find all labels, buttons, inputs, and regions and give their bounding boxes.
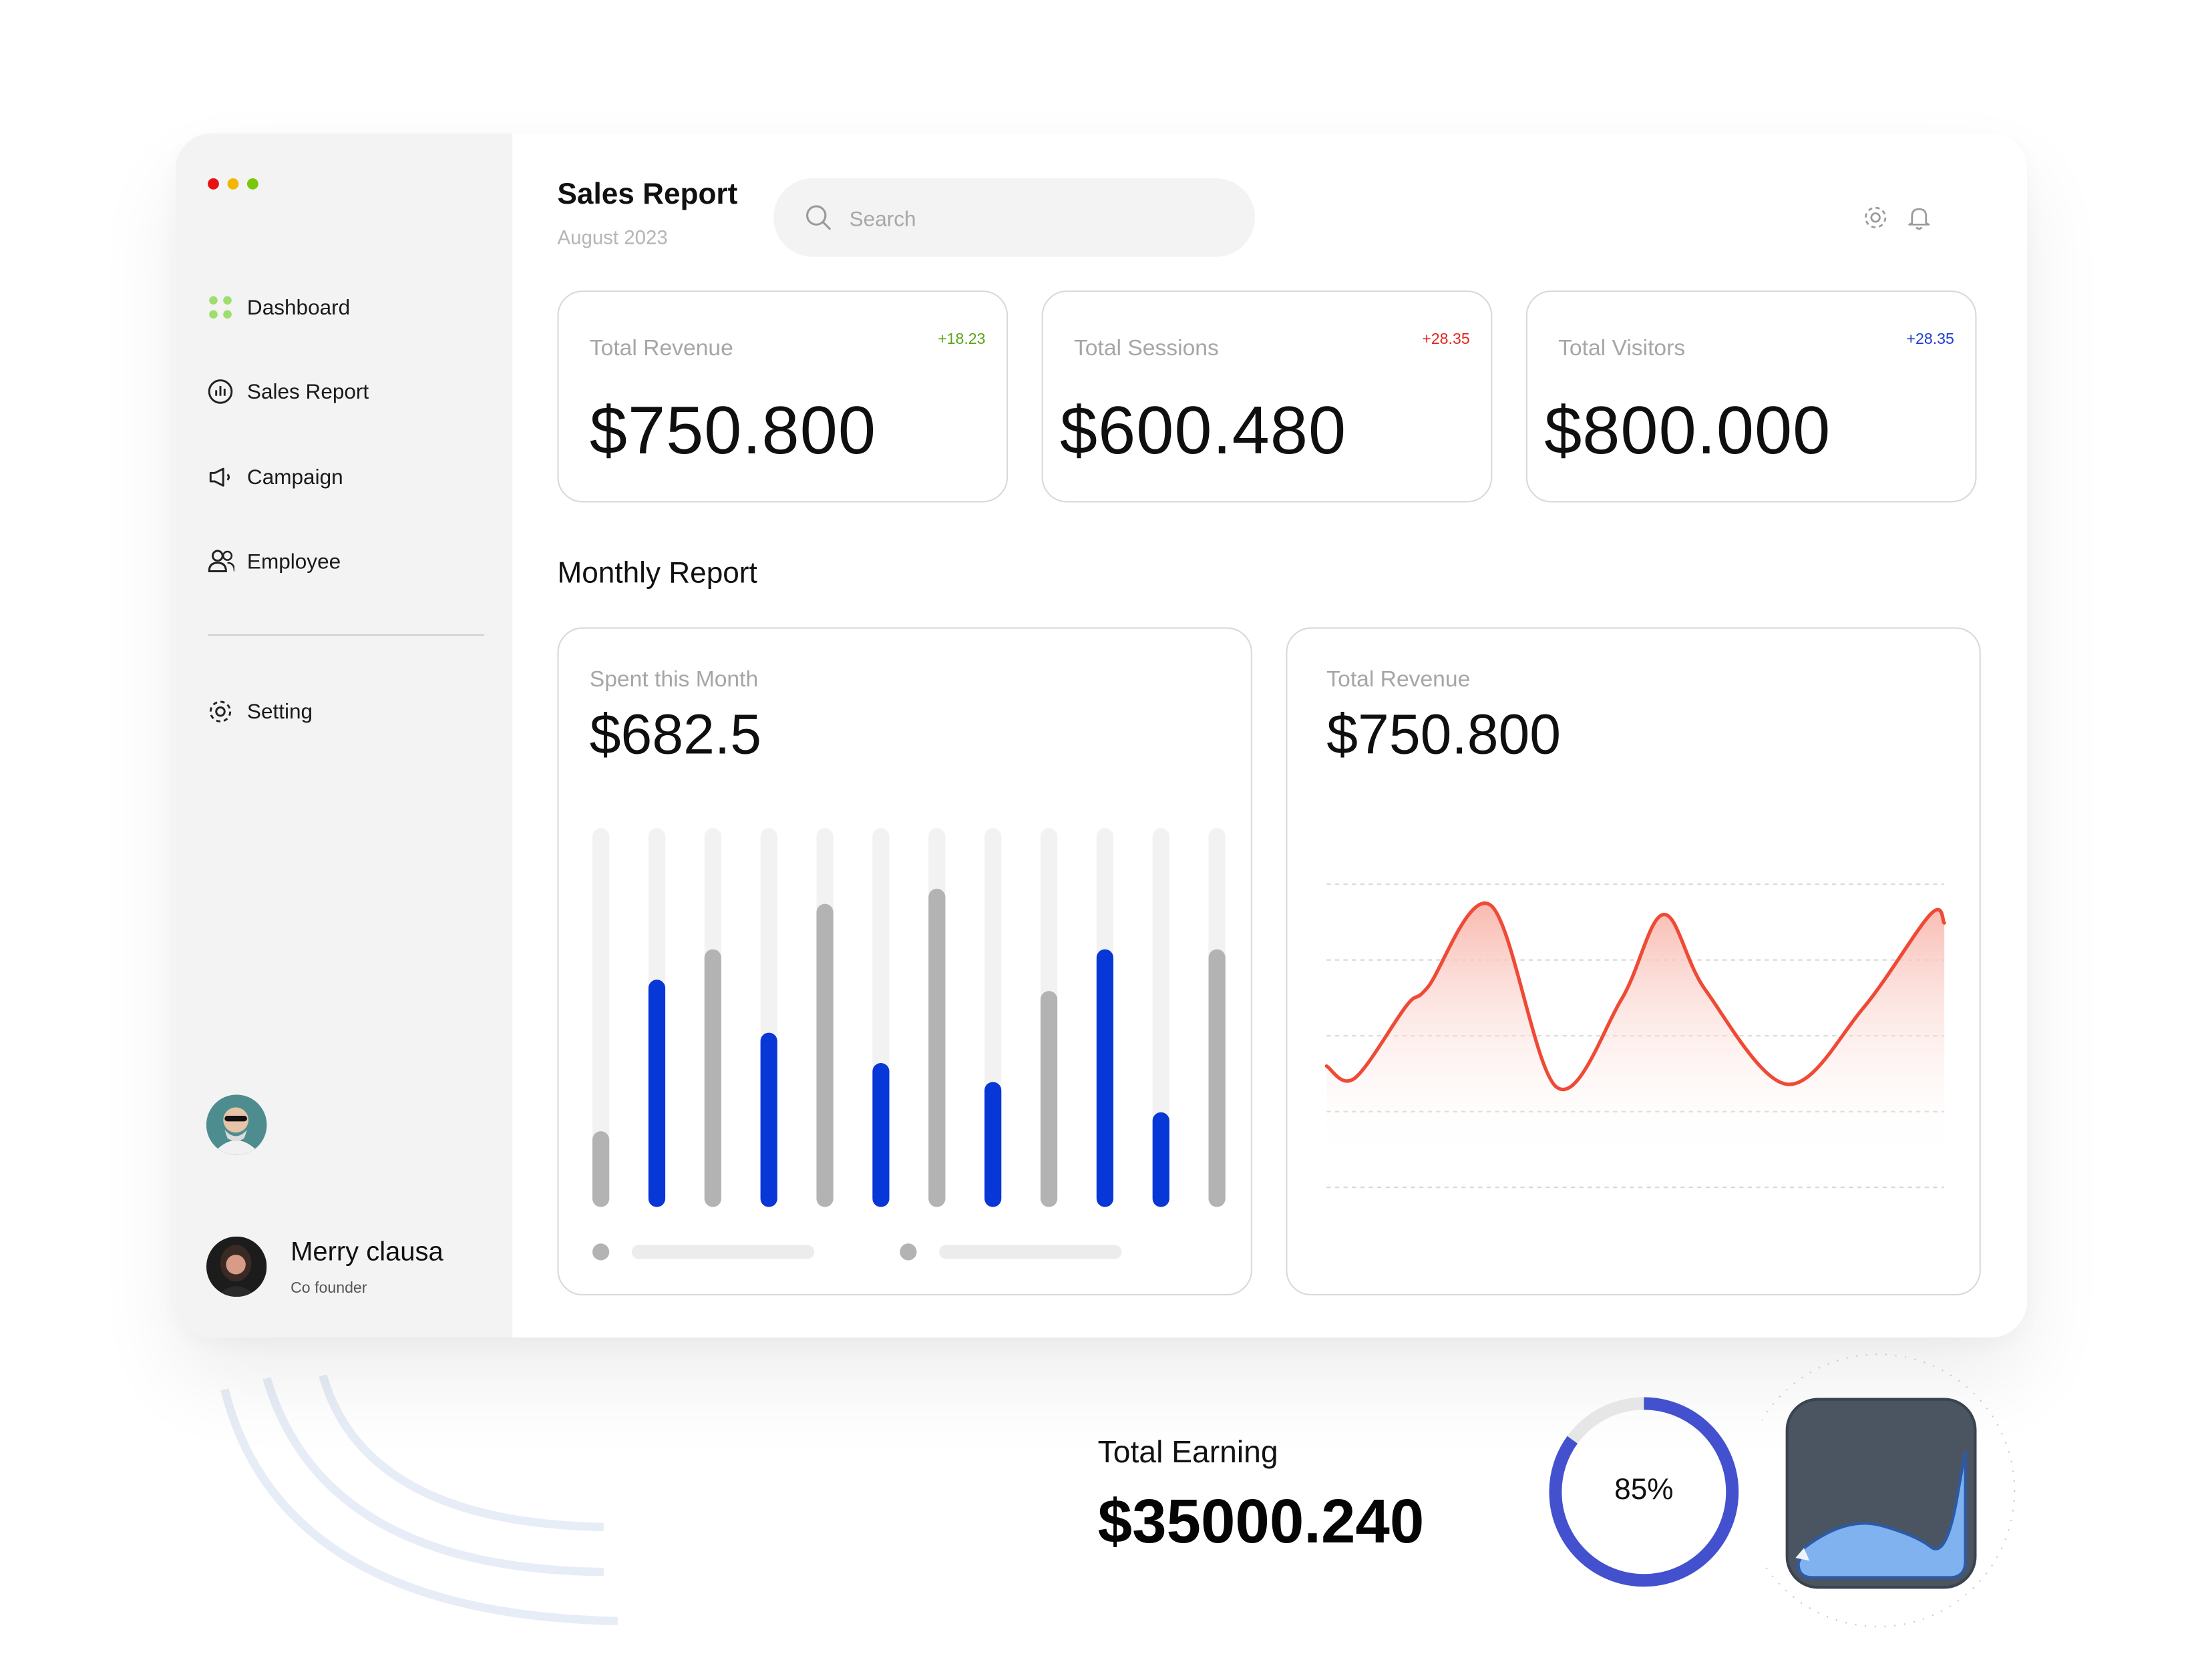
earning-value: $35000.240: [1097, 1488, 1425, 1557]
profile-role: Co founder: [291, 1279, 367, 1297]
sidebar-item-dashboard[interactable]: Dashboard: [206, 290, 350, 324]
stat-card-total-revenue[interactable]: Total Revenue +18.23 $750.800: [557, 290, 1009, 503]
minimize-window-dot[interactable]: [227, 178, 239, 190]
stat-card-total-sessions[interactable]: Total Sessions +28.35 $600.480: [1041, 290, 1493, 503]
stat-label: Total Sessions: [1073, 337, 1219, 361]
decorative-arcs: [220, 1374, 618, 1625]
sidebar-item-label: Sales Report: [246, 379, 369, 404]
earning-label: Total Earning: [1097, 1434, 1278, 1470]
sidebar-item-setting[interactable]: Setting: [206, 694, 313, 728]
users-icon: [206, 548, 235, 576]
close-window-dot[interactable]: [208, 178, 219, 190]
section-title: Monthly Report: [557, 557, 757, 590]
bar: [648, 980, 666, 1207]
sidebar-item-label: Dashboard: [246, 295, 351, 320]
team-member-avatar[interactable]: [206, 1094, 267, 1155]
stat-card-total-visitors[interactable]: Total Visitors +28.35 $800.000: [1525, 290, 1977, 503]
app-window: Dashboard Sales Report Campaign Employee: [175, 133, 2028, 1338]
maximize-window-dot[interactable]: [246, 178, 258, 190]
window-controls: [208, 178, 258, 190]
profile-avatar[interactable]: [206, 1236, 267, 1297]
stat-label: Total Visitors: [1558, 337, 1686, 361]
bar: [1208, 949, 1226, 1207]
bar: [1096, 949, 1114, 1207]
bar: [592, 1131, 610, 1207]
bar: [704, 949, 721, 1207]
sidebar-item-employee[interactable]: Employee: [206, 545, 341, 578]
bar: [872, 1062, 890, 1207]
spent-panel[interactable]: Spent this Month $682.5: [557, 627, 1252, 1296]
sidebar: Dashboard Sales Report Campaign Employee: [175, 133, 513, 1338]
stat-change: +28.35: [1906, 331, 1954, 349]
bar: [928, 888, 946, 1207]
analytics-app-icon: [1761, 1353, 2016, 1628]
page-subtitle: August 2023: [557, 226, 668, 249]
sidebar-item-label: Campaign: [246, 465, 343, 489]
panel-value: $682.5: [589, 704, 761, 767]
legend-placeholder: [631, 1245, 815, 1259]
earning-percent: 85%: [1614, 1473, 1674, 1506]
sidebar-item-sales-report[interactable]: Sales Report: [206, 375, 369, 408]
stat-value: $600.480: [1059, 394, 1347, 469]
legend-dot: [900, 1243, 917, 1261]
megaphone-icon: [206, 463, 234, 491]
sidebar-item-label: Setting: [246, 699, 313, 724]
dashboard-grid-icon: [206, 293, 234, 321]
revenue-panel[interactable]: Total Revenue $750.800: [1286, 627, 1981, 1296]
bar: [816, 903, 834, 1207]
stat-change: +18.23: [938, 331, 986, 349]
sidebar-item-campaign[interactable]: Campaign: [206, 460, 343, 493]
page-title: Sales Report: [557, 178, 738, 211]
panel-label: Total Revenue: [1326, 668, 1471, 692]
bell-icon[interactable]: [1905, 204, 1933, 239]
panel-label: Spent this Month: [589, 668, 759, 692]
bar: [1040, 991, 1058, 1207]
stat-value: $750.800: [589, 394, 877, 469]
profile-name: Merry clausa: [291, 1237, 443, 1268]
legend-placeholder: [939, 1245, 1122, 1259]
stat-change: +28.35: [1422, 331, 1470, 349]
bar: [760, 1032, 777, 1207]
search-input[interactable]: [846, 200, 1232, 238]
legend-dot: [592, 1243, 610, 1261]
stat-value: $800.000: [1544, 394, 1831, 469]
search-icon: [804, 204, 832, 239]
chart-circle-icon: [206, 377, 234, 405]
panel-value: $750.800: [1326, 704, 1561, 767]
bar: [984, 1082, 1002, 1207]
gear-icon[interactable]: [1861, 204, 1889, 239]
search-bar[interactable]: [773, 178, 1256, 257]
gear-icon: [206, 698, 234, 726]
sidebar-divider: [208, 634, 485, 636]
stat-label: Total Revenue: [589, 337, 733, 361]
area-fill: [1326, 903, 1945, 1163]
bar: [1152, 1112, 1169, 1207]
sidebar-item-label: Employee: [246, 549, 341, 574]
